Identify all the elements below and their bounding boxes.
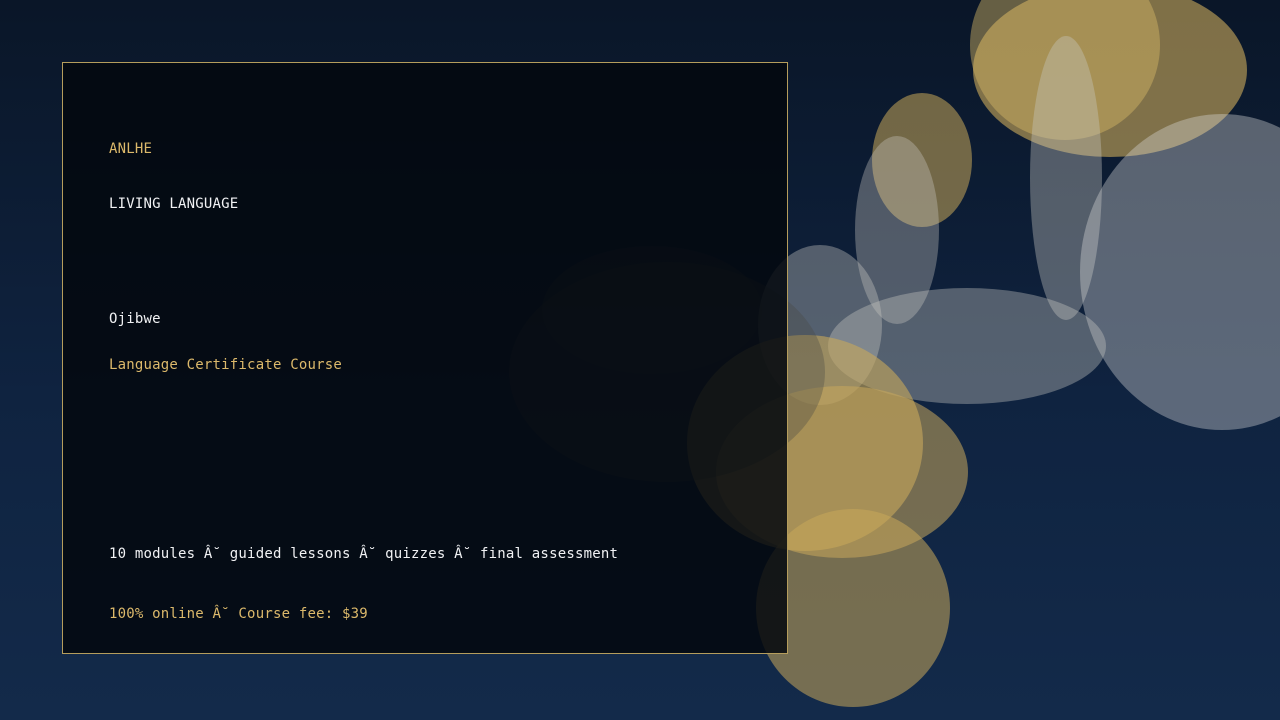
tagline: LIVING LANGUAGE: [109, 196, 239, 212]
language-name: Ojibwe: [109, 311, 161, 327]
course-fee: 100% online Â˘ Course fee: $39: [109, 606, 368, 622]
course-details: 10 modules Â˘ guided lessons Â˘ quizzes …: [109, 546, 619, 562]
course-title: Language Certificate Course: [109, 357, 342, 373]
brand-name: ANLHE: [109, 141, 153, 157]
bokeh-circle: [1080, 114, 1280, 430]
course-card: ANLHE LIVING LANGUAGE Ojibwe Language Ce…: [62, 62, 788, 654]
